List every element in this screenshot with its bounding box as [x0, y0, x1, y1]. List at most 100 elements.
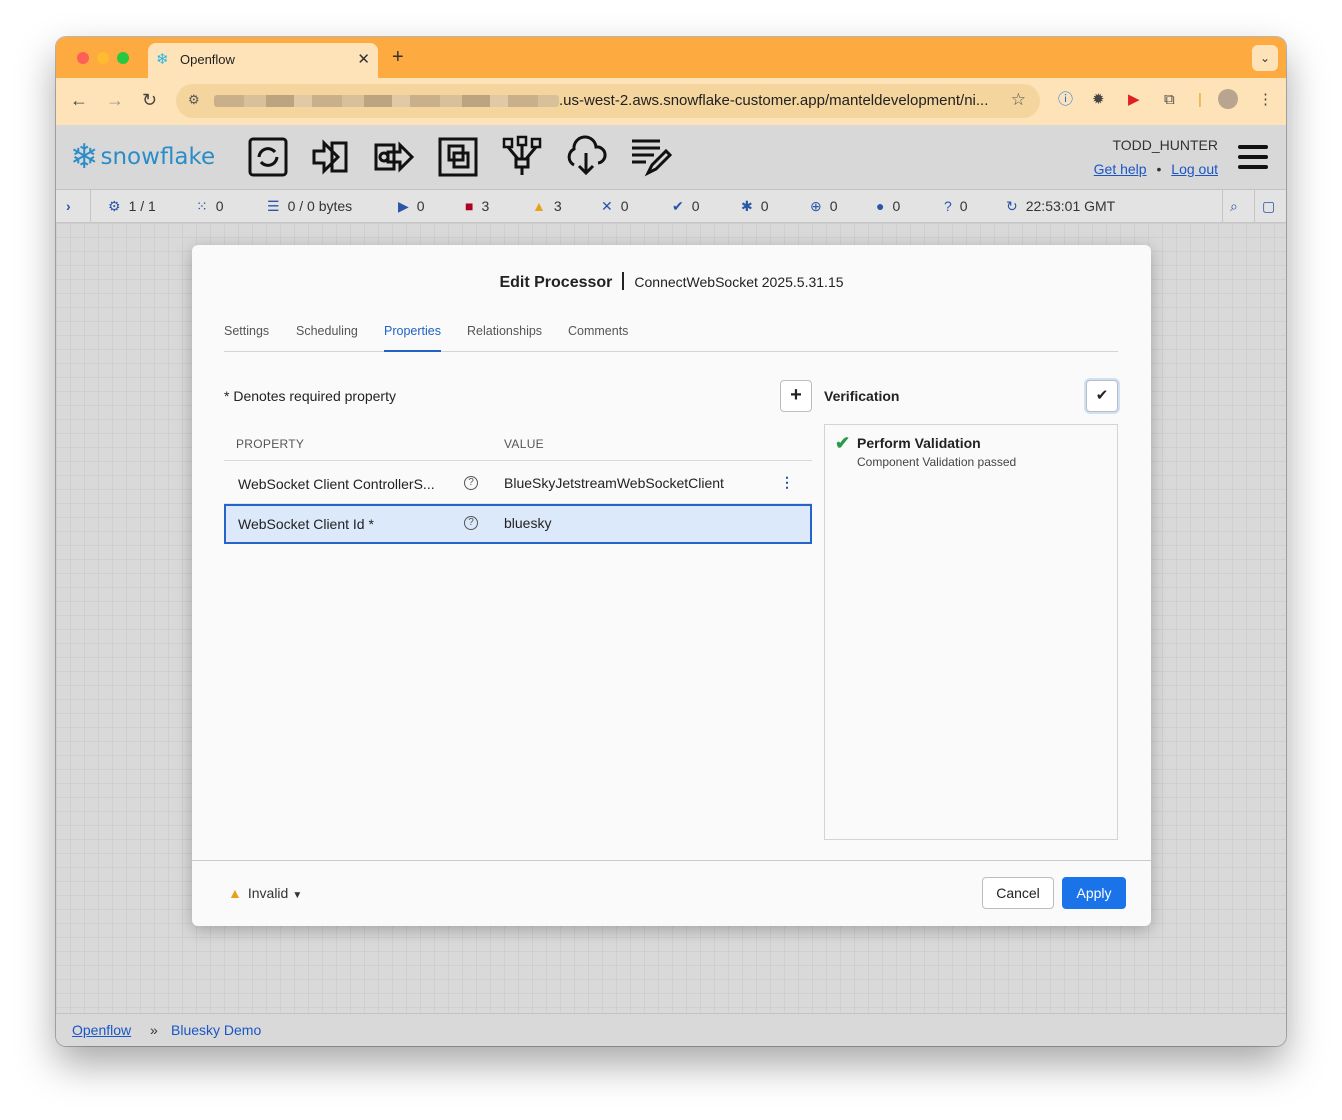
- url-bar[interactable]: ⚙ .us-west-2.aws.snowflake-customer.app/…: [176, 84, 1040, 118]
- dialog-title-text: Edit Processor: [499, 274, 613, 291]
- table-row[interactable]: WebSocket Client ControllerS... ? BlueSk…: [224, 464, 812, 504]
- help-icon[interactable]: ?: [464, 476, 478, 490]
- refresh-status[interactable]: ↻ 22:53:01 GMT: [1006, 198, 1115, 215]
- browser-window: ❄ Openflow ✕ + ⌄ ← → ↻ ⚙ .us-west-2.aws.…: [56, 37, 1286, 1046]
- tab-properties[interactable]: Properties: [384, 324, 441, 352]
- close-window-button[interactable]: [77, 52, 89, 64]
- up-to-date-status: ✔ 0: [672, 198, 700, 214]
- tab-relationships[interactable]: Relationships: [467, 324, 542, 352]
- funnel-icon[interactable]: [564, 135, 608, 179]
- output-port-icon[interactable]: [372, 135, 416, 179]
- verification-result-name: Perform Validation: [857, 435, 981, 451]
- properties-table-header: PROPERTY VALUE: [224, 427, 812, 461]
- maximize-window-button[interactable]: [117, 52, 129, 64]
- flow-status-bar: › ⚙ 1 / 1 ⁙ 0 ☰ 0 / 0 bytes ▶ 0 ■ 3 ▲ 3 ✕ 0 ✔ 0 …: [56, 190, 1286, 223]
- tab-strip: ❄ Openflow ✕ + ⌄: [56, 37, 1286, 78]
- minimize-window-button[interactable]: [97, 52, 109, 64]
- edit-processor-dialog: Edit Processor ConnectWebSocket 2025.5.31…: [192, 245, 1151, 926]
- stopped-icon: ■: [465, 198, 474, 214]
- required-property-note: * Denotes required property: [224, 388, 396, 404]
- status-divider: [1222, 190, 1223, 223]
- verify-button[interactable]: ✔: [1086, 380, 1118, 412]
- youtube-extension-icon[interactable]: ▶: [1128, 90, 1140, 110]
- tab-title: Openflow: [180, 52, 235, 67]
- verification-title: Verification: [824, 388, 900, 404]
- property-value[interactable]: BlueSkyJetstreamWebSocketClient: [504, 475, 724, 491]
- input-port-icon[interactable]: [308, 135, 352, 179]
- column-header-property[interactable]: PROPERTY: [236, 437, 304, 451]
- back-icon[interactable]: ←: [70, 90, 88, 110]
- link-separator: •: [1156, 161, 1162, 177]
- tab-comments[interactable]: Comments: [568, 324, 628, 352]
- column-header-value[interactable]: VALUE: [504, 437, 544, 451]
- running-status: ▶ 0: [398, 198, 425, 214]
- profile-avatar[interactable]: [1218, 89, 1238, 109]
- snowflake-favicon-icon: ❄: [156, 51, 169, 68]
- log-out-link[interactable]: Log out: [1171, 161, 1218, 177]
- add-property-button[interactable]: +: [780, 380, 812, 412]
- snowflake-logo-icon: ❄: [70, 138, 99, 176]
- expand-navigation-icon[interactable]: ›: [66, 198, 71, 214]
- browser-tab[interactable]: ❄ Openflow ✕: [148, 43, 378, 78]
- refresh-icon[interactable]: ↻: [1006, 198, 1018, 215]
- check-icon: ✔: [835, 433, 851, 453]
- site-settings-icon[interactable]: ⚙: [188, 92, 200, 108]
- browser-menu-icon[interactable]: ⋮: [1258, 90, 1273, 110]
- table-row-selected[interactable]: WebSocket Client Id * ? bluesky: [224, 504, 812, 544]
- property-value[interactable]: bluesky: [504, 515, 551, 531]
- disabled-status: ✕ 0: [601, 198, 629, 214]
- global-menu-icon[interactable]: [1238, 145, 1268, 169]
- breadcrumb-root-link[interactable]: Openflow: [72, 1022, 131, 1038]
- get-help-link[interactable]: Get help: [1094, 161, 1147, 177]
- running-icon: ▶: [398, 198, 409, 214]
- tab-settings[interactable]: Settings: [224, 324, 269, 352]
- url-text: .us-west-2.aws.snowflake-customer.app/ma…: [559, 92, 989, 109]
- property-name: WebSocket Client ControllerS...: [238, 476, 435, 492]
- apply-button[interactable]: Apply: [1062, 877, 1126, 909]
- status-divider: [90, 190, 91, 223]
- verification-panel: ✔ Perform Validation Component Validatio…: [824, 424, 1118, 840]
- reload-icon[interactable]: ↻: [142, 90, 157, 110]
- extensions-puzzle-icon[interactable]: ⧉: [1164, 90, 1175, 110]
- invalid-icon: ▲: [532, 198, 546, 214]
- stale-status: ⊕ 0: [810, 198, 838, 214]
- locally-modified-icon: ✱: [741, 198, 753, 214]
- up-to-date-icon: ✔: [672, 198, 684, 214]
- tab-close-icon[interactable]: ✕: [357, 50, 370, 68]
- bulletin-board-icon[interactable]: ▢: [1262, 198, 1275, 215]
- sync-failure-status: ? 0: [944, 198, 968, 214]
- app-header: ❄ snowflake TODD_HUNTER Get help • Log o…: [56, 125, 1286, 190]
- title-separator: [622, 272, 625, 290]
- remote-process-group-icon[interactable]: [500, 135, 544, 179]
- address-toolbar: ← → ↻ ⚙ .us-west-2.aws.snowflake-custome…: [56, 78, 1286, 125]
- password-manager-icon[interactable]: ⓘ: [1058, 90, 1073, 110]
- warning-icon: ▲: [228, 885, 242, 901]
- forward-icon[interactable]: →: [106, 90, 124, 110]
- breadcrumb-separator: »: [150, 1022, 158, 1038]
- new-tab-button[interactable]: +: [392, 47, 404, 67]
- header-links: Get help • Log out: [1094, 161, 1218, 177]
- search-icon[interactable]: ⌕: [1230, 198, 1238, 215]
- current-user: TODD_HUNTER: [1112, 137, 1218, 153]
- label-icon[interactable]: [628, 135, 672, 179]
- queued-status: ☰ 0 / 0 bytes: [267, 198, 353, 214]
- bookmark-star-icon[interactable]: ☆: [1011, 90, 1026, 110]
- process-group-icon[interactable]: [436, 135, 480, 179]
- locally-modified-status: ✱ 0: [741, 198, 769, 214]
- stopped-status: ■ 3: [465, 198, 490, 214]
- breadcrumb-current: Bluesky Demo: [171, 1022, 262, 1038]
- dialog-tabs: Settings Scheduling Properties Relations…: [224, 324, 1118, 352]
- cancel-button[interactable]: Cancel: [982, 877, 1054, 909]
- tab-scheduling[interactable]: Scheduling: [296, 324, 358, 352]
- dialog-footer-divider: [192, 860, 1151, 861]
- validation-status-dropdown[interactable]: ▲ Invalid ▼: [228, 885, 302, 901]
- processor-icon[interactable]: [246, 135, 290, 179]
- help-icon[interactable]: ?: [464, 516, 478, 530]
- thread-icon: ⁙: [196, 198, 208, 214]
- queue-icon: ☰: [267, 198, 280, 214]
- extension-gear-icon[interactable]: ✹: [1092, 90, 1105, 110]
- logo-text: snowflake: [100, 144, 216, 170]
- snowflake-logo: ❄ snowflake: [70, 140, 215, 174]
- row-actions-kebab-icon[interactable]: ⋮: [780, 474, 794, 491]
- tab-search-chevron-icon[interactable]: ⌄: [1252, 45, 1278, 71]
